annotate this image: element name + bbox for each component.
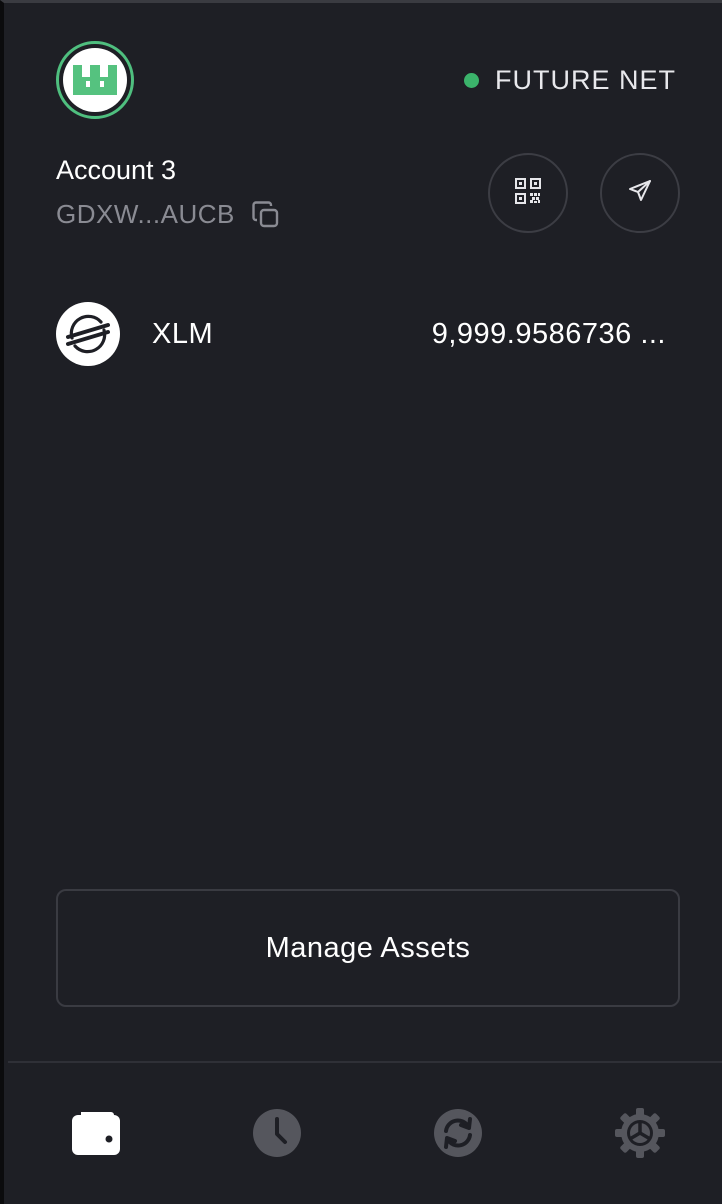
bottom-nav [8, 1061, 722, 1204]
qr-code-icon [515, 177, 541, 209]
asset-balance: 9,999.9586736 ... [431, 317, 666, 350]
copy-icon[interactable] [251, 200, 281, 230]
asset-code: XLM [152, 317, 214, 350]
send-icon [627, 178, 653, 209]
network-indicator[interactable]: FUTURE NET [464, 65, 676, 96]
wallet-home-screen: FUTURE NET Account 3 GDXW...AUCB XLM 9,9… [0, 0, 722, 1204]
network-status-dot [464, 73, 479, 88]
swap-icon [433, 1108, 483, 1163]
identicon-icon [63, 48, 127, 112]
wallet-icon [71, 1109, 121, 1162]
account-name: Account 3 [56, 155, 177, 185]
network-label: FUTURE NET [495, 65, 676, 95]
stellar-logo-icon [56, 302, 120, 366]
gear-icon [614, 1107, 666, 1164]
nav-wallet-tab[interactable] [68, 1107, 124, 1163]
account-avatar[interactable] [56, 41, 134, 119]
account-address-row: GDXW...AUCB [56, 199, 281, 230]
send-button[interactable] [600, 153, 680, 233]
manage-assets-button[interactable]: Manage Assets [56, 889, 680, 1007]
nav-history-tab[interactable] [249, 1107, 305, 1163]
nav-swap-tab[interactable] [430, 1107, 486, 1163]
asset-row-xlm[interactable]: XLM 9,999.9586736 ... [56, 301, 666, 367]
account-address: GDXW...AUCB [56, 199, 235, 229]
receive-qr-button[interactable] [488, 153, 568, 233]
clock-icon [252, 1108, 302, 1163]
nav-settings-tab[interactable] [612, 1107, 668, 1163]
